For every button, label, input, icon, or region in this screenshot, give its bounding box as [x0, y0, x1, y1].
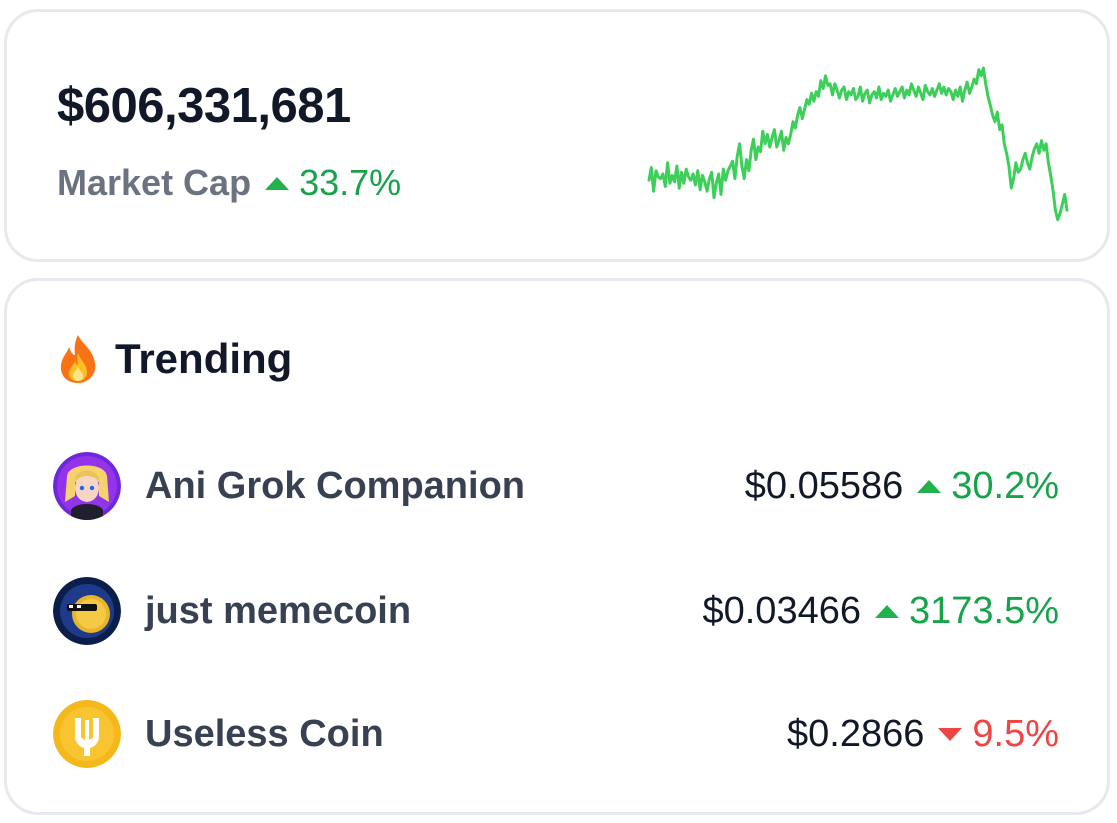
- row-left: just memecoin: [53, 577, 411, 645]
- fire-icon: [60, 335, 96, 383]
- row-left: Useless Coin: [53, 700, 384, 768]
- coin-name: Ani Grok Companion: [145, 464, 525, 507]
- coin-name: just memecoin: [145, 589, 412, 632]
- trending-row-just-memecoin[interactable]: just memecoin $0.03466 3173.5%: [53, 576, 1059, 646]
- market-cap-card: $606,331,681 Market Cap 33.7%: [4, 9, 1110, 262]
- coin-name: Useless Coin: [145, 712, 384, 755]
- coin-price: $0.03466: [702, 589, 861, 632]
- trending-row-useless-coin[interactable]: Useless Coin $0.2866 9.5%: [53, 699, 1059, 769]
- market-cap-change: 33.7%: [299, 162, 402, 203]
- market-cap-sparkline: [647, 66, 1069, 222]
- sparkline-series: [647, 66, 1069, 222]
- coin-price: $0.2866: [787, 712, 925, 755]
- ani-grok-avatar: [53, 452, 121, 520]
- coin-change: 9.5%: [972, 712, 1059, 755]
- triangle-down-icon: [938, 727, 963, 741]
- market-cap-subline: Market Cap 33.7%: [57, 162, 401, 204]
- trending-title: Trending: [115, 335, 293, 382]
- triangle-up-icon: [917, 479, 942, 493]
- coin-price: $0.05586: [744, 464, 904, 507]
- trending-row-ani-grok[interactable]: Ani Grok Companion $0.05586 30.2%: [53, 451, 1059, 521]
- triangle-up-icon: [265, 176, 290, 190]
- row-right: $0.05586 30.2%: [745, 465, 1059, 508]
- row-left: Ani Grok Companion: [53, 452, 525, 520]
- row-right: $0.2866 9.5%: [787, 713, 1059, 756]
- market-cap-label: Market Cap: [57, 162, 252, 203]
- trending-header: Trending: [55, 333, 292, 385]
- useless-coin-avatar: [53, 700, 121, 768]
- row-right: $0.03466 3173.5%: [702, 590, 1059, 633]
- coin-change: 3173.5%: [908, 589, 1059, 632]
- triangle-up-icon: [874, 604, 899, 618]
- trending-card: Trending Ani Grok Companion $0.05586 30.…: [4, 278, 1110, 815]
- coin-change: 30.2%: [951, 464, 1059, 507]
- just-memecoin-avatar: [53, 577, 121, 645]
- market-cap-value: $606,331,681: [57, 79, 351, 133]
